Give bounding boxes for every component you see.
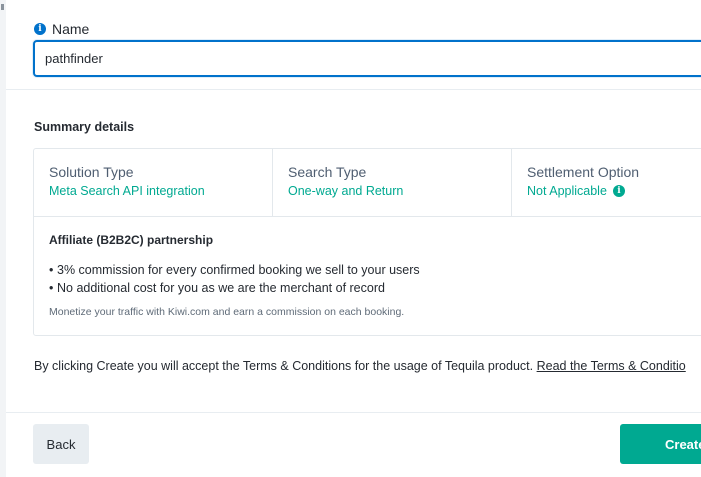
terms-link[interactable]: Read the Terms & Conditio <box>537 359 686 373</box>
list-item: • No additional cost for you as we are th… <box>49 279 420 297</box>
settlement-option-value-text: Not Applicable <box>527 184 607 198</box>
summary-card: Solution Type Meta Search API integratio… <box>33 148 701 336</box>
edge-marker <box>1 4 4 10</box>
affiliate-note: Monetize your traffic with Kiwi.com and … <box>49 306 405 318</box>
info-icon[interactable]: i <box>612 185 625 197</box>
affiliate-title: Affiliate (B2B2C) partnership <box>49 233 214 247</box>
create-solution-page: i Name Summary details Solution Type Met… <box>0 0 701 477</box>
affiliate-benefits-list: • 3% commission for every confirmed booki… <box>49 261 420 297</box>
terms-text: By clicking Create you will accept the T… <box>34 359 534 373</box>
benefit-text: 3% commission for every confirmed bookin… <box>57 263 420 277</box>
left-panel-edge <box>0 0 6 477</box>
summary-columns: Solution Type Meta Search API integratio… <box>34 149 701 217</box>
settlement-option-value: Not Applicable i <box>527 184 625 198</box>
solution-type-label: Solution Type <box>49 164 134 180</box>
list-item: • 3% commission for every confirmed booki… <box>49 261 420 279</box>
name-field-label: i Name <box>34 20 89 38</box>
settlement-option-label: Settlement Option <box>527 164 640 180</box>
search-type-label: Search Type <box>288 164 367 180</box>
footer-divider <box>6 412 701 413</box>
terms-notice: By clicking Create you will accept the T… <box>34 359 686 373</box>
bullet-icon: • <box>49 281 54 295</box>
name-label-text: Name <box>52 21 90 37</box>
benefit-text: No additional cost for you as we are the… <box>57 281 385 295</box>
back-button[interactable]: Back <box>33 424 89 464</box>
solution-type-cell: Solution Type Meta Search API integratio… <box>34 149 273 216</box>
info-icon[interactable]: i <box>34 23 46 35</box>
settlement-option-cell: Settlement Option Not Applicable i <box>512 149 701 216</box>
section-divider <box>6 89 701 90</box>
name-input[interactable] <box>33 40 701 77</box>
search-type-value: One-way and Return <box>288 184 404 198</box>
search-type-cell: Search Type One-way and Return <box>273 149 512 216</box>
bullet-icon: • <box>49 263 54 277</box>
summary-title: Summary details <box>34 120 135 134</box>
create-button[interactable]: Create <box>620 424 701 464</box>
solution-type-value: Meta Search API integration <box>49 184 205 198</box>
